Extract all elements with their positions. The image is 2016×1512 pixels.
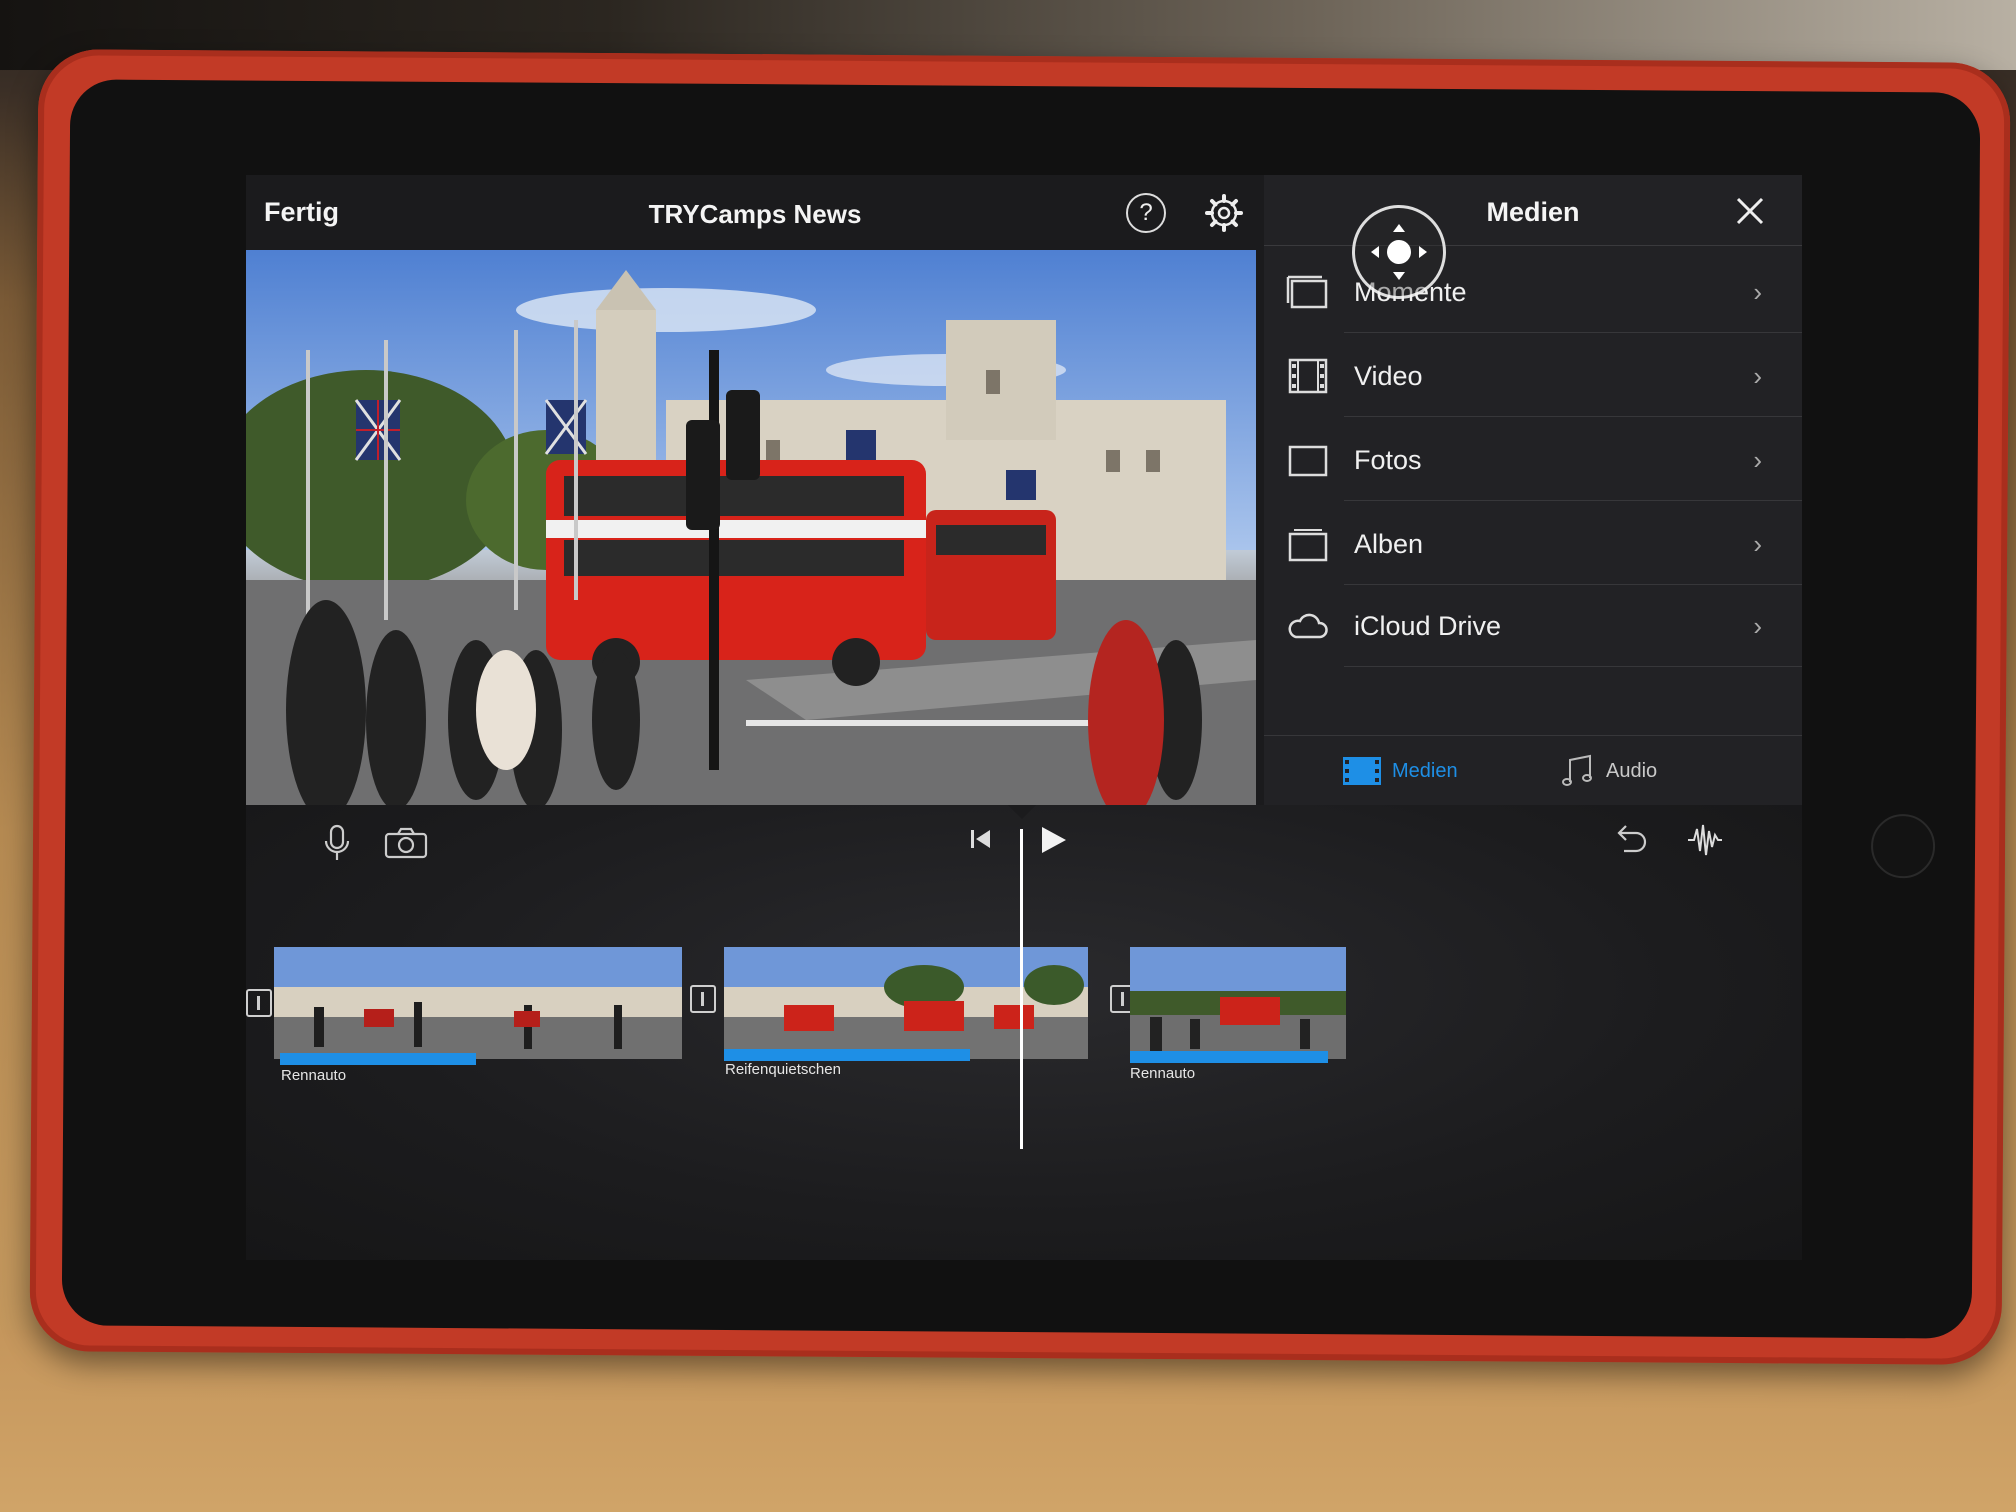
tab-media-label: Medien [1392,760,1458,782]
moments-icon [1286,275,1328,309]
photo-icon [1288,445,1328,477]
app-screen: Fertig TRYCamps News ? Medien Momente › … [246,175,1802,1260]
top-bar: Fertig TRYCamps News ? [246,175,1264,250]
media-panel-title: Medien [1486,197,1580,227]
timeline-clip[interactable] [1130,947,1346,1059]
preview-frame-image [246,250,1256,805]
help-button[interactable]: ? [1126,193,1166,233]
chevron-right-icon: › [1753,277,1762,307]
chevron-right-icon: › [1753,611,1762,641]
transition-button[interactable] [690,985,716,1013]
timeline[interactable]: Rennauto Reifenquietschen Rennauto [246,805,1802,1260]
chevron-right-icon: › [1753,361,1762,391]
cloud-icon [1288,613,1328,639]
clip-label: Rennauto [281,1067,347,1084]
audio-waveform-icon[interactable] [1686,823,1724,857]
media-item-label: Alben [1354,529,1424,559]
media-item-video[interactable]: Video › [1264,335,1802,417]
media-item-photos[interactable]: Fotos › [1264,419,1802,501]
close-icon[interactable] [1730,191,1770,231]
assistive-touch-button[interactable] [1352,205,1446,299]
skip-to-start-icon[interactable] [968,827,994,851]
clip-label: Rennauto [1130,1065,1196,1082]
chevron-right-icon: › [1753,445,1762,475]
tab-audio[interactable]: Audio [1560,754,1680,790]
media-item-albums[interactable]: Alben › [1264,503,1802,585]
play-icon[interactable] [1036,823,1070,857]
tab-audio-label: Audio [1606,760,1658,782]
clip-label: Reifenquietschen [725,1061,841,1078]
film-icon [1288,358,1328,394]
timeline-clip[interactable] [274,947,682,1059]
camera-icon[interactable] [384,827,428,859]
video-preview[interactable] [246,250,1256,805]
home-button[interactable] [1870,813,1936,879]
settings-gear-icon[interactable] [1204,193,1244,233]
album-icon [1288,529,1328,562]
microphone-icon[interactable] [322,823,352,863]
playhead-marker [1008,805,1036,819]
music-note-icon [1562,754,1592,786]
audio-bar [724,1049,970,1061]
project-title: TRYCamps News [648,199,862,229]
panel-header-divider [1264,245,1802,246]
media-panel: Medien Momente › Video › Fotos › Alben ›… [1264,175,1802,805]
media-panel-tabs: Medien Audio [1264,735,1802,806]
media-item-label: Fotos [1354,445,1422,475]
clip-thumbnails [724,947,1088,1059]
media-item-label: iCloud Drive [1354,611,1502,641]
film-icon [1343,757,1381,785]
transition-button[interactable] [246,989,272,1017]
media-item-icloud-drive[interactable]: iCloud Drive › [1264,585,1802,667]
clip-thumbnails [1130,947,1346,1059]
directional-pad-icon [1371,224,1427,280]
tab-media[interactable]: Medien [1342,754,1482,790]
undo-icon[interactable] [1612,823,1648,857]
playhead[interactable] [1020,829,1023,1149]
media-item-moments[interactable]: Momente › [1264,251,1802,333]
chevron-right-icon: › [1753,529,1762,559]
audio-bar [1130,1051,1328,1063]
clip-thumbnails [274,947,682,1059]
timeline-clip[interactable] [724,947,1088,1059]
media-item-label: Video [1354,361,1423,391]
audio-bar [280,1053,476,1065]
